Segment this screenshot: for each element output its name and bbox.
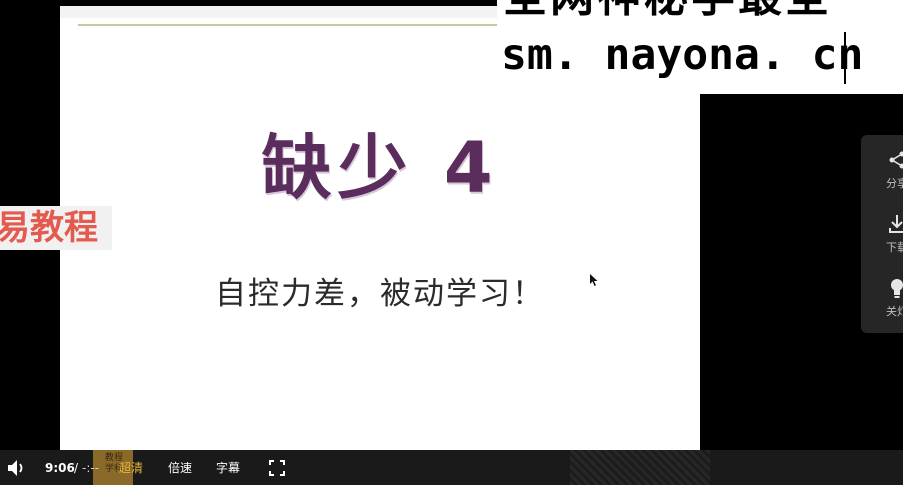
download-label: 下载 [886, 241, 903, 254]
side-action-panel: 分享 下载 关灯 [861, 135, 903, 333]
total-time: -:-- [82, 461, 100, 475]
current-time: 9:06 [45, 461, 75, 475]
share-button[interactable]: 分享 [861, 149, 903, 209]
watermark-url: sm. nayona. cn [501, 30, 864, 80]
control-bar-pattern [570, 450, 710, 485]
speed-button[interactable]: 倍速 [168, 456, 192, 480]
watermark-text: 全网神秘学最全 [503, 0, 832, 24]
light-bulb-icon [891, 279, 903, 298]
quality-button[interactable]: 超清 [119, 456, 143, 480]
video-player[interactable]: 缺少 4 自控力差，被动学习！ 全网神秘学最全 sm. nayona. cn 易… [0, 0, 903, 485]
lights-off-label: 关灯 [886, 305, 903, 318]
fullscreen-icon[interactable] [268, 456, 286, 480]
left-watermark-text: 易教程 [0, 208, 98, 248]
time-separator: / [74, 461, 79, 475]
share-label: 分享 [886, 177, 903, 190]
watermark-overlay: 全网神秘学最全 sm. nayona. cn [497, 0, 903, 94]
subtitle-button[interactable]: 字幕 [216, 456, 240, 480]
slide-subtitle: 自控力差，被动学习！ [215, 276, 545, 312]
text-caret [844, 32, 846, 84]
slide-divider-line [78, 24, 498, 26]
download-button[interactable]: 下载 [861, 213, 903, 273]
share-icon [889, 151, 903, 169]
mouse-cursor-icon [590, 274, 598, 286]
left-watermark: 易教程 [0, 206, 112, 250]
slide-title: 缺少 4 [261, 127, 499, 209]
volume-icon[interactable] [6, 456, 26, 480]
download-icon [889, 215, 903, 233]
lights-off-button[interactable]: 关灯 [861, 277, 903, 337]
